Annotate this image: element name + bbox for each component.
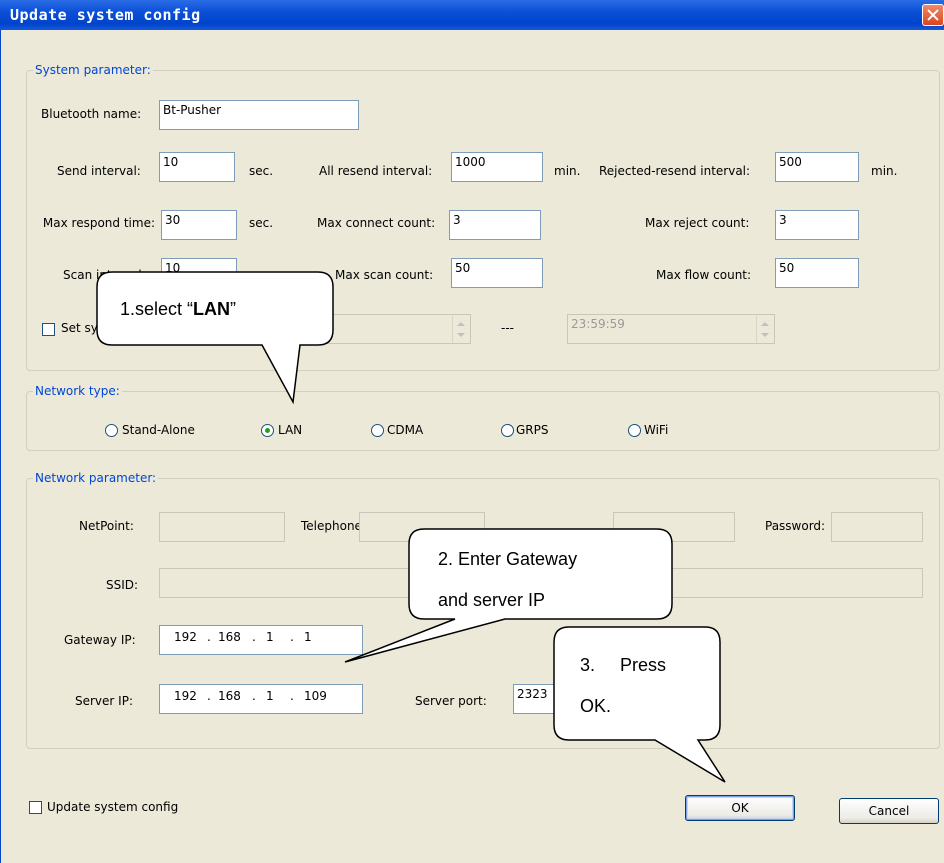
callout-step1-bold: LAN	[193, 299, 231, 319]
callout-step1-prefix: 1.select “	[120, 299, 194, 319]
callout-step2-line2: and server IP	[438, 590, 546, 610]
callout-step1-suffix: ”	[230, 299, 237, 319]
callout-step1-text: 1.select “LAN”	[120, 299, 236, 320]
callout-bubble-1	[96, 271, 334, 405]
callout-step2-line1: 2. Enter Gateway	[438, 549, 578, 569]
callout-overlay	[96, 271, 726, 783]
callout-step3-line1: 3. Press	[580, 655, 667, 675]
callout-step3-line2: OK.	[580, 696, 612, 716]
